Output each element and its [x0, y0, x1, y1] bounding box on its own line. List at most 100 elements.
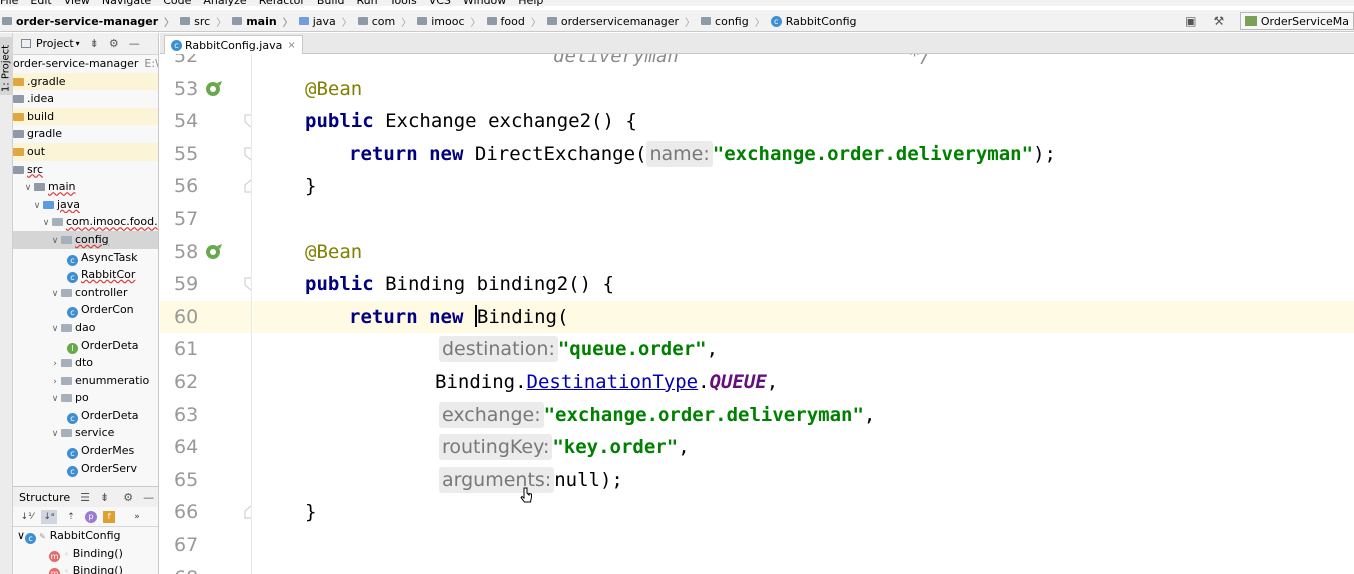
tree-item[interactable]: c OrderCon [13, 301, 158, 319]
fold-end-icon[interactable] [244, 179, 252, 193]
code-line[interactable]: public Exchange exchange2() { [253, 105, 1354, 138]
code-line[interactable]: return new DirectExchange(name: "exchange… [253, 138, 1354, 171]
code-line[interactable] [253, 562, 1354, 574]
breadcrumb-item-config[interactable]: config 〉 [701, 14, 765, 29]
code-line[interactable]: @Bean [253, 73, 1354, 106]
code-line[interactable] [253, 203, 1354, 236]
structure-item[interactable]: ∨ c ✎ RabbitConfig [13, 527, 158, 545]
gutter-line[interactable]: 65 [160, 464, 251, 497]
chevron-right-icon[interactable]: › [49, 374, 61, 390]
build-hammer-icon[interactable]: ⚒ [1212, 15, 1226, 27]
gutter-line[interactable]: 66 [160, 496, 251, 529]
tree-item[interactable]: ∨ controller [13, 284, 158, 302]
show-properties-icon[interactable]: p [85, 510, 97, 523]
tree-item[interactable]: ∨ service [13, 424, 158, 442]
gutter-line[interactable]: 59 [160, 268, 251, 301]
tree-item[interactable]: c OrderDeta [13, 407, 158, 425]
chevron-right-icon[interactable]: › [49, 356, 61, 372]
editor-gutter[interactable]: 52 53 54 55 56 57 58 59 60 61 62 63 64 65 66 67 68 [160, 54, 252, 574]
gear-icon[interactable]: ⚙ [123, 491, 133, 504]
project-structure-icon[interactable]: ▣ [1184, 15, 1198, 27]
gear-icon[interactable]: ⚙ [109, 37, 119, 50]
menu-item-build[interactable]: Build [317, 0, 345, 6]
chevron-down-icon[interactable]: ∨ [49, 426, 61, 442]
gutter-line[interactable]: 63 [160, 399, 251, 432]
chevron-down-icon[interactable]: ∨ [49, 391, 61, 407]
tree-item[interactable]: ∨ config [13, 230, 158, 249]
breadcrumb-item-food[interactable]: food 〉 [486, 14, 541, 29]
breadcrumb-item-rabbitconfig[interactable]: c RabbitConfig [770, 15, 857, 28]
menu-item-help[interactable]: Help [518, 0, 543, 6]
breadcrumb-item-src[interactable]: src 〉 [180, 14, 226, 29]
hide-panel-icon[interactable]: — [143, 491, 154, 504]
menu-item-vcs[interactable]: VCS [429, 0, 451, 6]
project-tool-tab[interactable]: 1: Project [0, 37, 13, 95]
tree-item[interactable]: ∨ dao [13, 319, 158, 337]
gutter-line[interactable]: 62 [160, 366, 251, 399]
tree-item[interactable]: c RabbitCor [13, 266, 158, 284]
fold-start-icon[interactable] [244, 277, 252, 291]
code-editor[interactable]: deliveryman */ @Bean public Exchange exchan… [253, 54, 1354, 574]
tree-item[interactable]: build [13, 107, 158, 126]
tree-item[interactable]: src [13, 161, 158, 179]
menu-item-edit[interactable]: Edit [30, 0, 51, 6]
tree-item[interactable]: c OrderServ [13, 460, 158, 478]
gutter-line[interactable]: 52 [160, 54, 251, 73]
breadcrumb-item-java[interactable]: java 〉 [298, 14, 352, 29]
chevron-down-icon[interactable]: ∨ [49, 321, 61, 337]
sort-icon[interactable]: ☰ [80, 491, 90, 504]
breadcrumb-item-imooc[interactable]: imooc 〉 [417, 14, 481, 29]
spring-bean-icon[interactable] [204, 79, 224, 99]
fold-start-icon[interactable] [244, 114, 252, 128]
show-fields-icon[interactable]: f [103, 510, 115, 523]
gutter-line[interactable]: 60 [160, 300, 251, 334]
editor-tab-rabbitconfig[interactable]: c RabbitConfig.java × [164, 35, 303, 54]
breadcrumb-item-main[interactable]: main 〉 [232, 14, 293, 29]
gutter-line[interactable]: 54 [160, 105, 251, 138]
menu-item-window[interactable]: Window [463, 0, 506, 6]
code-line[interactable]: exchange: "exchange.order.deliveryman", [253, 399, 1354, 432]
tree-item[interactable]: › dto [13, 354, 158, 372]
menu-item-analyze[interactable]: Analyze [203, 0, 246, 6]
gutter-line[interactable]: 58 [160, 236, 251, 269]
sort-alphabetically-icon[interactable]: ↓ᵃ [41, 509, 57, 524]
tree-item[interactable]: gradle [13, 125, 158, 143]
code-line[interactable] [253, 529, 1354, 562]
code-line[interactable]: } [253, 170, 1354, 203]
structure-item[interactable]: m ◦ Binding() [13, 562, 158, 574]
fold-end-icon[interactable] [244, 505, 252, 519]
code-line[interactable]: destination: "queue.order", [253, 333, 1354, 366]
gutter-line[interactable]: 56 [160, 170, 251, 203]
show-inherited-icon[interactable]: ⇡ [63, 510, 79, 524]
gutter-line[interactable]: 53 [160, 73, 251, 106]
code-line[interactable]: return new Binding( [253, 300, 1354, 334]
breadcrumb-item-order-service-manager[interactable]: order-service-manager 〉 [2, 14, 174, 29]
menu-item-run[interactable]: Run [357, 0, 378, 6]
collapse-all-icon[interactable]: ⇟ [90, 37, 99, 50]
code-line[interactable]: deliveryman */ [253, 54, 1354, 73]
sort-by-visibility-icon[interactable]: ↓⅟ [19, 510, 35, 524]
chevron-down-icon[interactable]: ∨ [17, 529, 25, 542]
code-line[interactable]: public Binding binding2() { [253, 268, 1354, 301]
menu-item-view[interactable]: View [64, 0, 90, 6]
chevron-down-icon[interactable]: ∨ [40, 215, 52, 231]
menu-item-refactor[interactable]: Refactor [259, 0, 305, 6]
menu-item-tools[interactable]: Tools [390, 0, 417, 6]
project-view-select[interactable]: Project [36, 37, 74, 50]
chevron-down-icon[interactable]: ∨ [49, 286, 61, 302]
tree-item[interactable]: c OrderMes [13, 442, 158, 460]
gutter-line[interactable]: 64 [160, 431, 251, 464]
tree-item[interactable]: ∨ com.imooc.food. [13, 213, 158, 231]
dropdown-arrow-icon[interactable]: ▾ [76, 39, 80, 48]
chevron-down-icon[interactable]: ∨ [22, 180, 34, 196]
gutter-line[interactable]: 61 [160, 333, 251, 366]
gutter-line[interactable]: 57 [160, 203, 251, 236]
tree-item[interactable]: ∨ po [13, 389, 158, 407]
tree-item[interactable]: ∨ main [13, 178, 158, 196]
chevron-down-icon[interactable]: ∨ [49, 233, 61, 249]
code-line[interactable]: @Bean [253, 236, 1354, 269]
tree-item[interactable]: c AsyncTask [13, 249, 158, 267]
code-line[interactable]: Binding.DestinationType.QUEUE, [253, 366, 1354, 399]
tree-item[interactable]: › enummeratio [13, 372, 158, 390]
tree-item[interactable]: order-service-manager E:\imo [13, 55, 158, 73]
